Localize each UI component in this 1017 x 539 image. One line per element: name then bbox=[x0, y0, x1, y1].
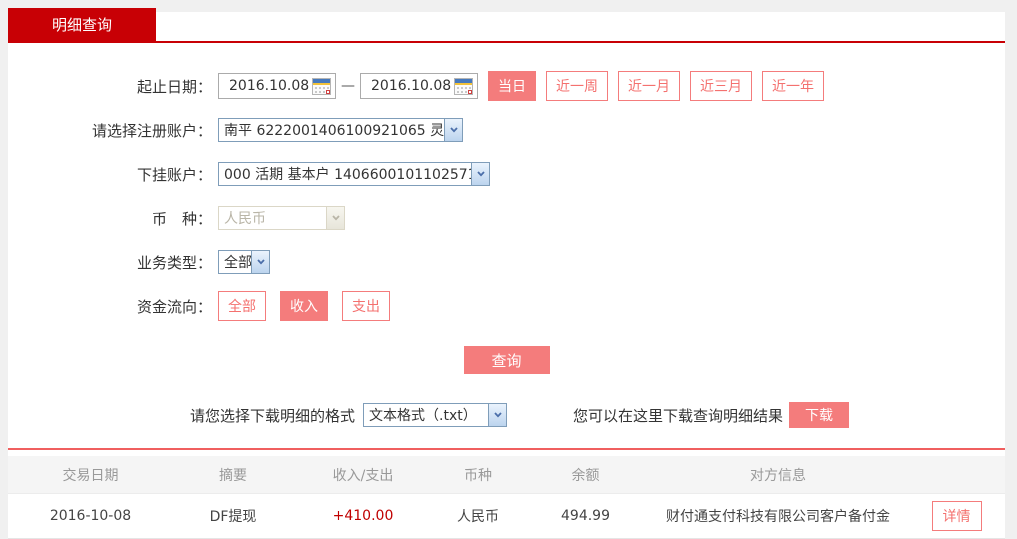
quick-range-3-months-button[interactable]: 近三月 bbox=[690, 71, 752, 101]
chevron-down-icon bbox=[471, 163, 489, 185]
business-type-row: 业务类型： 全部 bbox=[8, 240, 1005, 284]
header-counterparty: 对方信息 bbox=[648, 465, 908, 485]
registered-account-row: 请选择注册账户： 南平 6222001406100921065 灵通卡 bbox=[8, 108, 1005, 152]
header-balance: 余额 bbox=[523, 465, 648, 485]
header-amount: 收入/支出 bbox=[293, 465, 433, 485]
cell-actions: 详情 bbox=[908, 501, 1005, 531]
query-form: 起止日期： 2016.10.08 — bbox=[8, 12, 1005, 428]
table-header-row: 交易日期 摘要 收入/支出 币种 余额 对方信息 bbox=[8, 456, 1005, 494]
fund-direction-row: 资金流向： 全部 收入 支出 bbox=[8, 284, 1005, 328]
currency-row: 币 种： 人民币 bbox=[8, 196, 1005, 240]
calendar-icon[interactable] bbox=[312, 78, 331, 95]
quick-range-last-month-button[interactable]: 近一月 bbox=[618, 71, 680, 101]
header-summary: 摘要 bbox=[173, 465, 293, 485]
detail-query-panel: 明细查询 起止日期： 2016.10.08 bbox=[8, 12, 1005, 516]
calendar-icon[interactable] bbox=[454, 78, 473, 95]
registered-account-label: 请选择注册账户： bbox=[8, 120, 212, 141]
cell-currency: 人民币 bbox=[433, 506, 523, 526]
quick-range-last-week-button[interactable]: 近一周 bbox=[546, 71, 608, 101]
download-format-value: 文本格式（.txt） bbox=[364, 405, 488, 425]
cell-counterparty: 财付通支付科技有限公司客户备付金 bbox=[648, 506, 908, 526]
download-button[interactable]: 下载 bbox=[789, 402, 849, 428]
header-date: 交易日期 bbox=[8, 465, 173, 485]
start-date-value: 2016.10.08 bbox=[229, 78, 309, 94]
fund-direction-label: 资金流向： bbox=[8, 296, 212, 317]
currency-value: 人民币 bbox=[219, 208, 326, 228]
registered-account-value: 南平 6222001406100921065 灵通卡 bbox=[219, 120, 444, 140]
cell-summary: DF提现 bbox=[173, 506, 293, 526]
sub-account-row: 下挂账户： 000 活期 基本户 1406600101102571848 bbox=[8, 152, 1005, 196]
query-button-row: 查询 bbox=[8, 346, 1005, 374]
fund-direction-all-button[interactable]: 全部 bbox=[218, 291, 266, 321]
header-currency: 币种 bbox=[433, 465, 523, 485]
chevron-down-icon bbox=[326, 207, 344, 229]
table-row: 2016-10-08 DF提现 +410.00 人民币 494.99 财付通支付… bbox=[8, 494, 1005, 539]
currency-label: 币 种： bbox=[8, 208, 212, 229]
registered-account-select[interactable]: 南平 6222001406100921065 灵通卡 bbox=[218, 118, 463, 142]
sub-account-label: 下挂账户： bbox=[8, 164, 212, 185]
chevron-down-icon bbox=[444, 119, 462, 141]
download-format-select[interactable]: 文本格式（.txt） bbox=[363, 403, 507, 427]
download-row: 请您选择下载明细的格式 文本格式（.txt） 您可以在这里下载查询明细结果 下载 bbox=[190, 402, 1005, 428]
cell-amount: +410.00 bbox=[293, 508, 433, 524]
fund-direction-expense-button[interactable]: 支出 bbox=[342, 291, 390, 321]
quick-range-today-button[interactable]: 当日 bbox=[488, 71, 536, 101]
business-type-value: 全部 bbox=[219, 252, 251, 272]
sub-account-select[interactable]: 000 活期 基本户 1406600101102571848 bbox=[218, 162, 490, 186]
start-date-input[interactable]: 2016.10.08 bbox=[218, 73, 336, 99]
query-button[interactable]: 查询 bbox=[464, 346, 550, 374]
fund-direction-income-button[interactable]: 收入 bbox=[280, 291, 328, 321]
tab-label: 明细查询 bbox=[52, 14, 112, 35]
date-range-label: 起止日期： bbox=[8, 76, 212, 97]
currency-select: 人民币 bbox=[218, 206, 345, 230]
date-range-row: 起止日期： 2016.10.08 — bbox=[8, 64, 1005, 108]
download-format-label: 请您选择下载明细的格式 bbox=[190, 405, 355, 426]
results-table: 交易日期 摘要 收入/支出 币种 余额 对方信息 2016-10-08 DF提现… bbox=[8, 448, 1005, 539]
date-separator: — bbox=[341, 78, 355, 94]
detail-button[interactable]: 详情 bbox=[932, 501, 982, 531]
sub-account-value: 000 活期 基本户 1406600101102571848 bbox=[219, 164, 471, 184]
tab-detail-query[interactable]: 明细查询 bbox=[8, 8, 156, 41]
cell-date: 2016-10-08 bbox=[8, 508, 173, 524]
quick-range-last-year-button[interactable]: 近一年 bbox=[762, 71, 824, 101]
tab-underline bbox=[8, 41, 1005, 43]
cell-balance: 494.99 bbox=[523, 508, 648, 524]
business-type-label: 业务类型： bbox=[8, 252, 212, 273]
end-date-input[interactable]: 2016.10.08 bbox=[360, 73, 478, 99]
chevron-down-icon bbox=[488, 404, 506, 426]
download-hint: 您可以在这里下载查询明细结果 bbox=[573, 405, 783, 426]
business-type-select[interactable]: 全部 bbox=[218, 250, 270, 274]
end-date-value: 2016.10.08 bbox=[371, 78, 451, 94]
chevron-down-icon bbox=[251, 251, 269, 273]
